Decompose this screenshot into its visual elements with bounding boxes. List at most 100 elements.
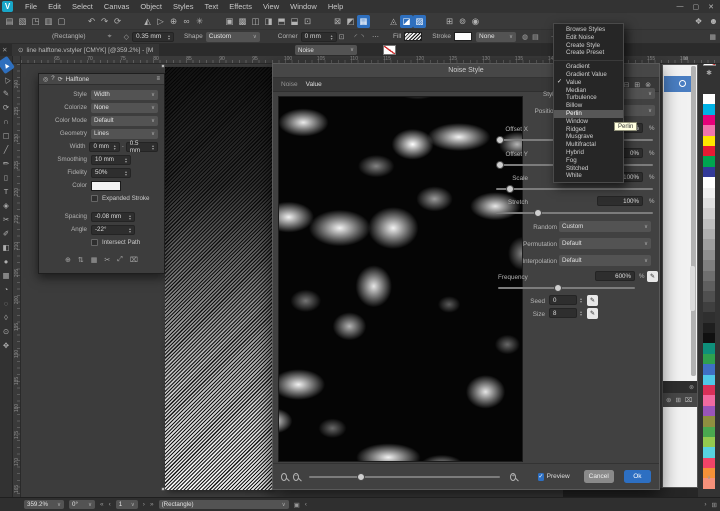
swatch-26[interactable] xyxy=(703,364,715,374)
swatch-10[interactable] xyxy=(703,198,715,208)
maximize-button[interactable]: ▢ xyxy=(693,3,700,11)
text-tool[interactable]: T xyxy=(0,184,12,198)
swatch-35[interactable] xyxy=(703,458,715,468)
menu-item-musgrave[interactable]: Musgrave xyxy=(554,133,623,141)
preview-checkbox[interactable]: ✓ xyxy=(538,473,543,481)
document-tab[interactable]: ⊙ line halftone.vstyler [CMYK] [@359.2%]… xyxy=(12,44,159,56)
angle-input[interactable]: -22° xyxy=(95,226,106,233)
menu-item-gradient[interactable]: Gradient xyxy=(554,63,623,71)
preview-zoom-slider[interactable] xyxy=(309,476,500,478)
add-effect-icon[interactable]: ⊕ xyxy=(65,256,71,264)
stroke-width-stepper[interactable]: ▴▾ xyxy=(168,34,170,40)
width-min-input[interactable]: 0 mm xyxy=(93,143,108,150)
smoothing-input[interactable]: 10 mm xyxy=(95,156,114,163)
corner-grid-icon[interactable]: ⊞ xyxy=(712,501,717,509)
swatch-24[interactable] xyxy=(703,343,715,353)
marquee-tool[interactable]: ▢ xyxy=(0,128,12,142)
menu-item-stitched[interactable]: Stitched xyxy=(554,165,623,173)
menu-item-ridged[interactable]: Ridged xyxy=(554,126,623,134)
blur-tool[interactable]: ◌ xyxy=(0,296,12,310)
tab-close-icon[interactable]: ✕ xyxy=(2,46,7,54)
swatch-32[interactable] xyxy=(703,427,715,437)
swatch-settings-icon[interactable]: ✱ xyxy=(706,69,712,77)
menu-item-window[interactable]: Window xyxy=(554,118,623,126)
style-list-selected-item[interactable] xyxy=(664,76,691,92)
page-select[interactable]: 1 xyxy=(116,500,138,509)
gradient-editor-icon[interactable]: ◩ xyxy=(344,15,357,28)
stroke-panel-icon[interactable]: ▤ xyxy=(532,33,539,41)
spacing-input[interactable]: -0.08 mm xyxy=(95,213,121,220)
magnet-tool[interactable]: ∩ xyxy=(0,114,12,128)
fidelity-input[interactable]: 50% xyxy=(95,169,107,176)
menu-item-hybrid[interactable]: Hybrid xyxy=(554,149,623,157)
close-button[interactable]: ✕ xyxy=(708,3,714,11)
swatch-5[interactable] xyxy=(703,146,715,156)
styles-panel-menu-icon[interactable]: ≡ xyxy=(684,56,688,63)
swatch-4[interactable] xyxy=(703,136,715,146)
swatch-29[interactable] xyxy=(703,395,715,405)
swatch-2[interactable] xyxy=(703,115,715,125)
width-max-input[interactable]: 0.5 mm xyxy=(130,140,150,154)
brush-tool[interactable]: ✐ xyxy=(0,226,12,240)
pen-tool[interactable]: ✎ xyxy=(0,86,12,100)
minimize-button[interactable]: — xyxy=(677,3,684,11)
corner-expand-icon[interactable]: › xyxy=(704,501,706,509)
style-select[interactable]: Width xyxy=(91,90,158,100)
direct-select-tool[interactable]: △ xyxy=(0,70,15,88)
panel-sync-icon[interactable]: ⟳ xyxy=(58,76,63,83)
zoom-out-icon[interactable]: − xyxy=(293,473,299,481)
target-icon[interactable]: ⌖ xyxy=(108,33,112,41)
swatch-3[interactable] xyxy=(703,125,715,135)
blend-tool-icon[interactable]: ∞ xyxy=(180,15,193,28)
seed-edit-icon[interactable]: ✎ xyxy=(587,295,598,306)
seed-stepper[interactable]: ▴▾ xyxy=(580,297,582,303)
eyedropper-tool[interactable]: ◔ xyxy=(0,282,12,296)
revert-document-icon[interactable]: ▢ xyxy=(55,15,68,28)
swatch-8[interactable] xyxy=(703,177,715,187)
pan-tool[interactable]: ✥ xyxy=(0,338,12,352)
menu-item-edit-noise[interactable]: Edit Noise xyxy=(554,34,623,42)
geometry-select[interactable]: Lines xyxy=(91,129,158,139)
last-page-icon[interactable]: » xyxy=(150,501,154,508)
menu-window[interactable]: Window xyxy=(290,2,317,11)
swatch-19[interactable] xyxy=(703,291,715,301)
styles-search-field[interactable]: ⊗ xyxy=(663,381,697,393)
swatch-12[interactable] xyxy=(703,219,715,229)
stretch-value[interactable]: 100% xyxy=(597,196,643,206)
stroke-swatch[interactable] xyxy=(454,32,472,41)
image-frame-icon[interactable]: ⊠ xyxy=(331,15,344,28)
frequency-edit-icon[interactable]: ✎ xyxy=(647,271,658,282)
size-stepper[interactable]: ▴▾ xyxy=(580,310,582,316)
fill-tool[interactable]: ◈ xyxy=(0,198,12,212)
size-input[interactable]: 8 xyxy=(549,308,577,318)
menu-item-create-preset[interactable]: Create Preset xyxy=(554,49,623,57)
menu-styles[interactable]: Styles xyxy=(173,2,193,11)
artboard-handle-bottom[interactable] xyxy=(161,487,165,491)
menu-item-billow[interactable]: Billow xyxy=(554,102,623,110)
brush-editor-icon[interactable]: ▨ xyxy=(413,15,426,28)
menu-select[interactable]: Select xyxy=(72,2,93,11)
colorize-select[interactable]: None xyxy=(91,103,158,113)
corner-lock-icon[interactable]: ⊡ xyxy=(339,33,345,41)
swatch-1[interactable] xyxy=(703,104,715,114)
menu-object[interactable]: Object xyxy=(140,2,162,11)
flag-warp-icon[interactable]: ▷ xyxy=(154,15,167,28)
menu-text[interactable]: Text xyxy=(204,2,218,11)
menu-file[interactable]: File xyxy=(25,2,37,11)
swatch-27[interactable] xyxy=(703,375,715,385)
swatch-31[interactable] xyxy=(703,416,715,426)
panel-menu-icon[interactable]: ≡ xyxy=(156,76,160,82)
snap-options-icon[interactable]: ⊚ xyxy=(456,15,469,28)
menu-effects[interactable]: Effects xyxy=(229,2,252,11)
ruler-corner[interactable] xyxy=(13,56,21,64)
group-objects-icon[interactable]: ▣ xyxy=(223,15,236,28)
active-shape-select[interactable]: (Rectangle) xyxy=(159,500,289,509)
grid-view-icon[interactable]: ▦ xyxy=(91,256,98,264)
zoom-reset-icon[interactable] xyxy=(281,473,287,481)
warp-tool-icon[interactable]: ◭ xyxy=(141,15,154,28)
search-clear-icon[interactable]: ⊗ xyxy=(689,384,694,391)
frequency-slider[interactable] xyxy=(498,287,635,289)
zoom-in-icon[interactable]: + xyxy=(510,473,516,481)
swatch-30[interactable] xyxy=(703,406,715,416)
delete-style-icon[interactable]: ⌧ xyxy=(685,396,693,404)
